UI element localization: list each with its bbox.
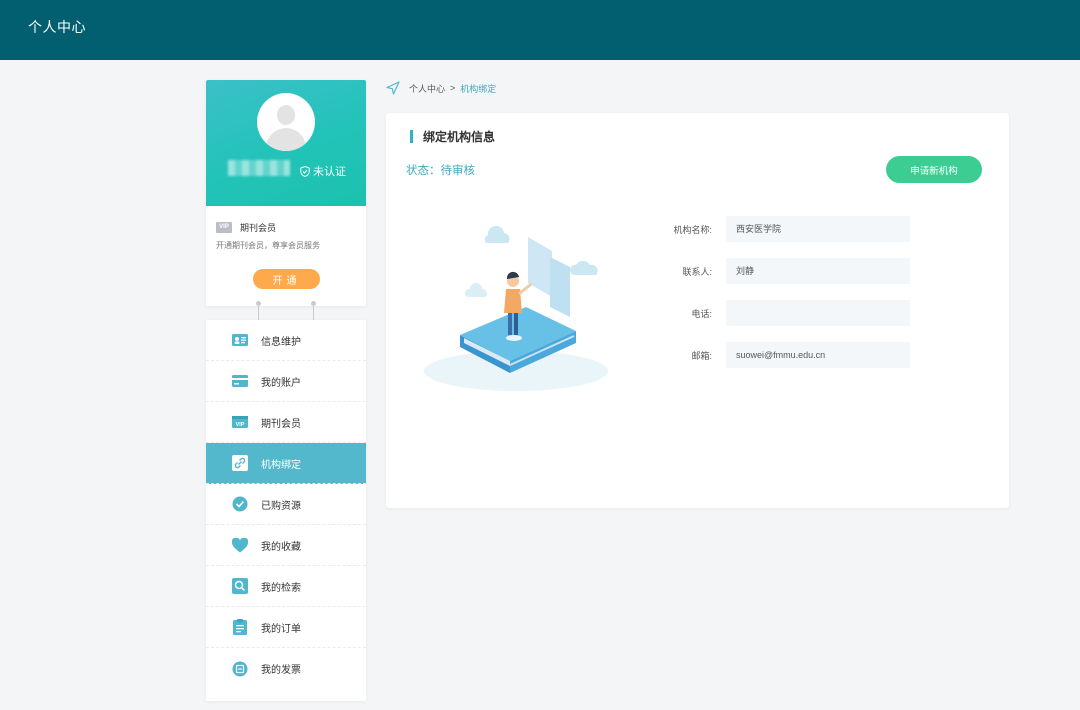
open-vip-button[interactable]: 开通 xyxy=(253,269,320,289)
sidebar-item-vip[interactable]: VIP 期刊会员 xyxy=(206,402,366,443)
title-accent-bar xyxy=(410,130,413,143)
check-circle-icon xyxy=(232,496,248,512)
apply-new-institution-button[interactable]: 申请新机构 xyxy=(886,156,982,183)
top-bar: 个人中心 xyxy=(0,0,1080,60)
field-label: 机构名称: xyxy=(673,224,712,235)
section-title: 绑定机构信息 xyxy=(410,128,495,145)
id-card-icon xyxy=(232,332,248,348)
sidebar-item-label: 机构绑定 xyxy=(261,459,301,471)
field-label: 邮箱: xyxy=(691,350,712,361)
field-email: 邮箱: suowei@fmmu.edu.cn xyxy=(648,342,924,368)
vip-label: 期刊会员 xyxy=(240,223,277,233)
email-value: suowei@fmmu.edu.cn xyxy=(726,342,910,368)
credit-card-icon xyxy=(232,373,248,389)
sidebar-item-favorites[interactable]: 我的收藏 xyxy=(206,525,366,566)
verify-status-label: 未认证 xyxy=(313,166,346,178)
order-icon xyxy=(232,619,248,635)
breadcrumb-current: 机构绑定 xyxy=(460,83,497,94)
sidebar-item-info[interactable]: 信息维护 xyxy=(206,320,366,361)
sidebar-item-label: 已购资源 xyxy=(261,500,301,512)
sidebar-item-orders[interactable]: 我的订单 xyxy=(206,607,366,648)
vip-row: VIP 期刊会员 xyxy=(216,221,276,234)
svg-text:VIP: VIP xyxy=(236,422,245,428)
shield-icon xyxy=(300,165,310,177)
sidebar-item-institution[interactable]: 机构绑定 xyxy=(206,443,366,484)
sidebar-item-label: 我的收藏 xyxy=(261,541,301,553)
avatar[interactable] xyxy=(257,93,315,151)
sidebar-item-purchased[interactable]: 已购资源 xyxy=(206,484,366,525)
vip-icon: VIP xyxy=(232,414,248,430)
illustration-image xyxy=(424,225,608,391)
breadcrumb-root[interactable]: 个人中心 xyxy=(409,82,445,95)
profile-banner: 未认证 xyxy=(206,80,366,206)
field-phone: 电话: xyxy=(648,300,924,326)
vip-icon: VIP xyxy=(216,222,232,233)
phone-value xyxy=(726,300,910,326)
sidebar-item-label: 我的发票 xyxy=(261,665,301,676)
search-icon xyxy=(232,578,248,594)
sidebar-item-label: 信息维护 xyxy=(261,336,301,348)
heart-icon xyxy=(232,537,248,553)
username-blurred xyxy=(228,160,290,176)
link-icon xyxy=(232,455,248,471)
sidebar-item-label: 我的账户 xyxy=(261,377,301,389)
profile-card: 未认证 VIP 期刊会员 开通期刊会员，尊享会员服务 开通 xyxy=(206,80,366,306)
navigation-arrow-icon xyxy=(386,81,400,95)
institution-card: 绑定机构信息 状态：待审核 申请新机构 机构名称: 西安医学院 联系人: 刘静 … xyxy=(386,113,1009,508)
sidebar-item-account[interactable]: 我的账户 xyxy=(206,361,366,402)
section-title-text: 绑定机构信息 xyxy=(423,130,496,144)
sidebar-menu: 信息维护 我的账户 VIP 期刊会员 机构绑定 已购资源 我的收藏 我的检索 我… xyxy=(206,320,366,701)
contact-value: 刘静 xyxy=(726,258,910,284)
vip-description: 开通期刊会员，尊享会员服务 xyxy=(216,241,320,250)
field-contact: 联系人: 刘静 xyxy=(648,258,924,284)
field-institution-name: 机构名称: 西安医学院 xyxy=(648,216,924,242)
field-label: 电话: xyxy=(691,308,712,319)
app-title: 个人中心 xyxy=(28,19,86,35)
verify-status[interactable]: 未认证 xyxy=(300,163,346,179)
sidebar-item-invoices[interactable]: 我的发票 xyxy=(206,648,366,689)
field-label: 联系人: xyxy=(682,266,712,277)
binding-status: 状态：待审核 xyxy=(406,165,475,177)
sidebar-item-label: 我的检索 xyxy=(261,582,301,594)
breadcrumb: 个人中心 > 机构绑定 xyxy=(386,81,496,95)
sidebar-item-searches[interactable]: 我的检索 xyxy=(206,566,366,607)
invoice-icon xyxy=(232,661,248,677)
breadcrumb-separator: > xyxy=(450,83,456,93)
institution-name-value: 西安医学院 xyxy=(726,216,910,242)
sidebar-item-label: 我的订单 xyxy=(261,623,301,635)
sidebar-item-label: 期刊会员 xyxy=(261,418,301,430)
